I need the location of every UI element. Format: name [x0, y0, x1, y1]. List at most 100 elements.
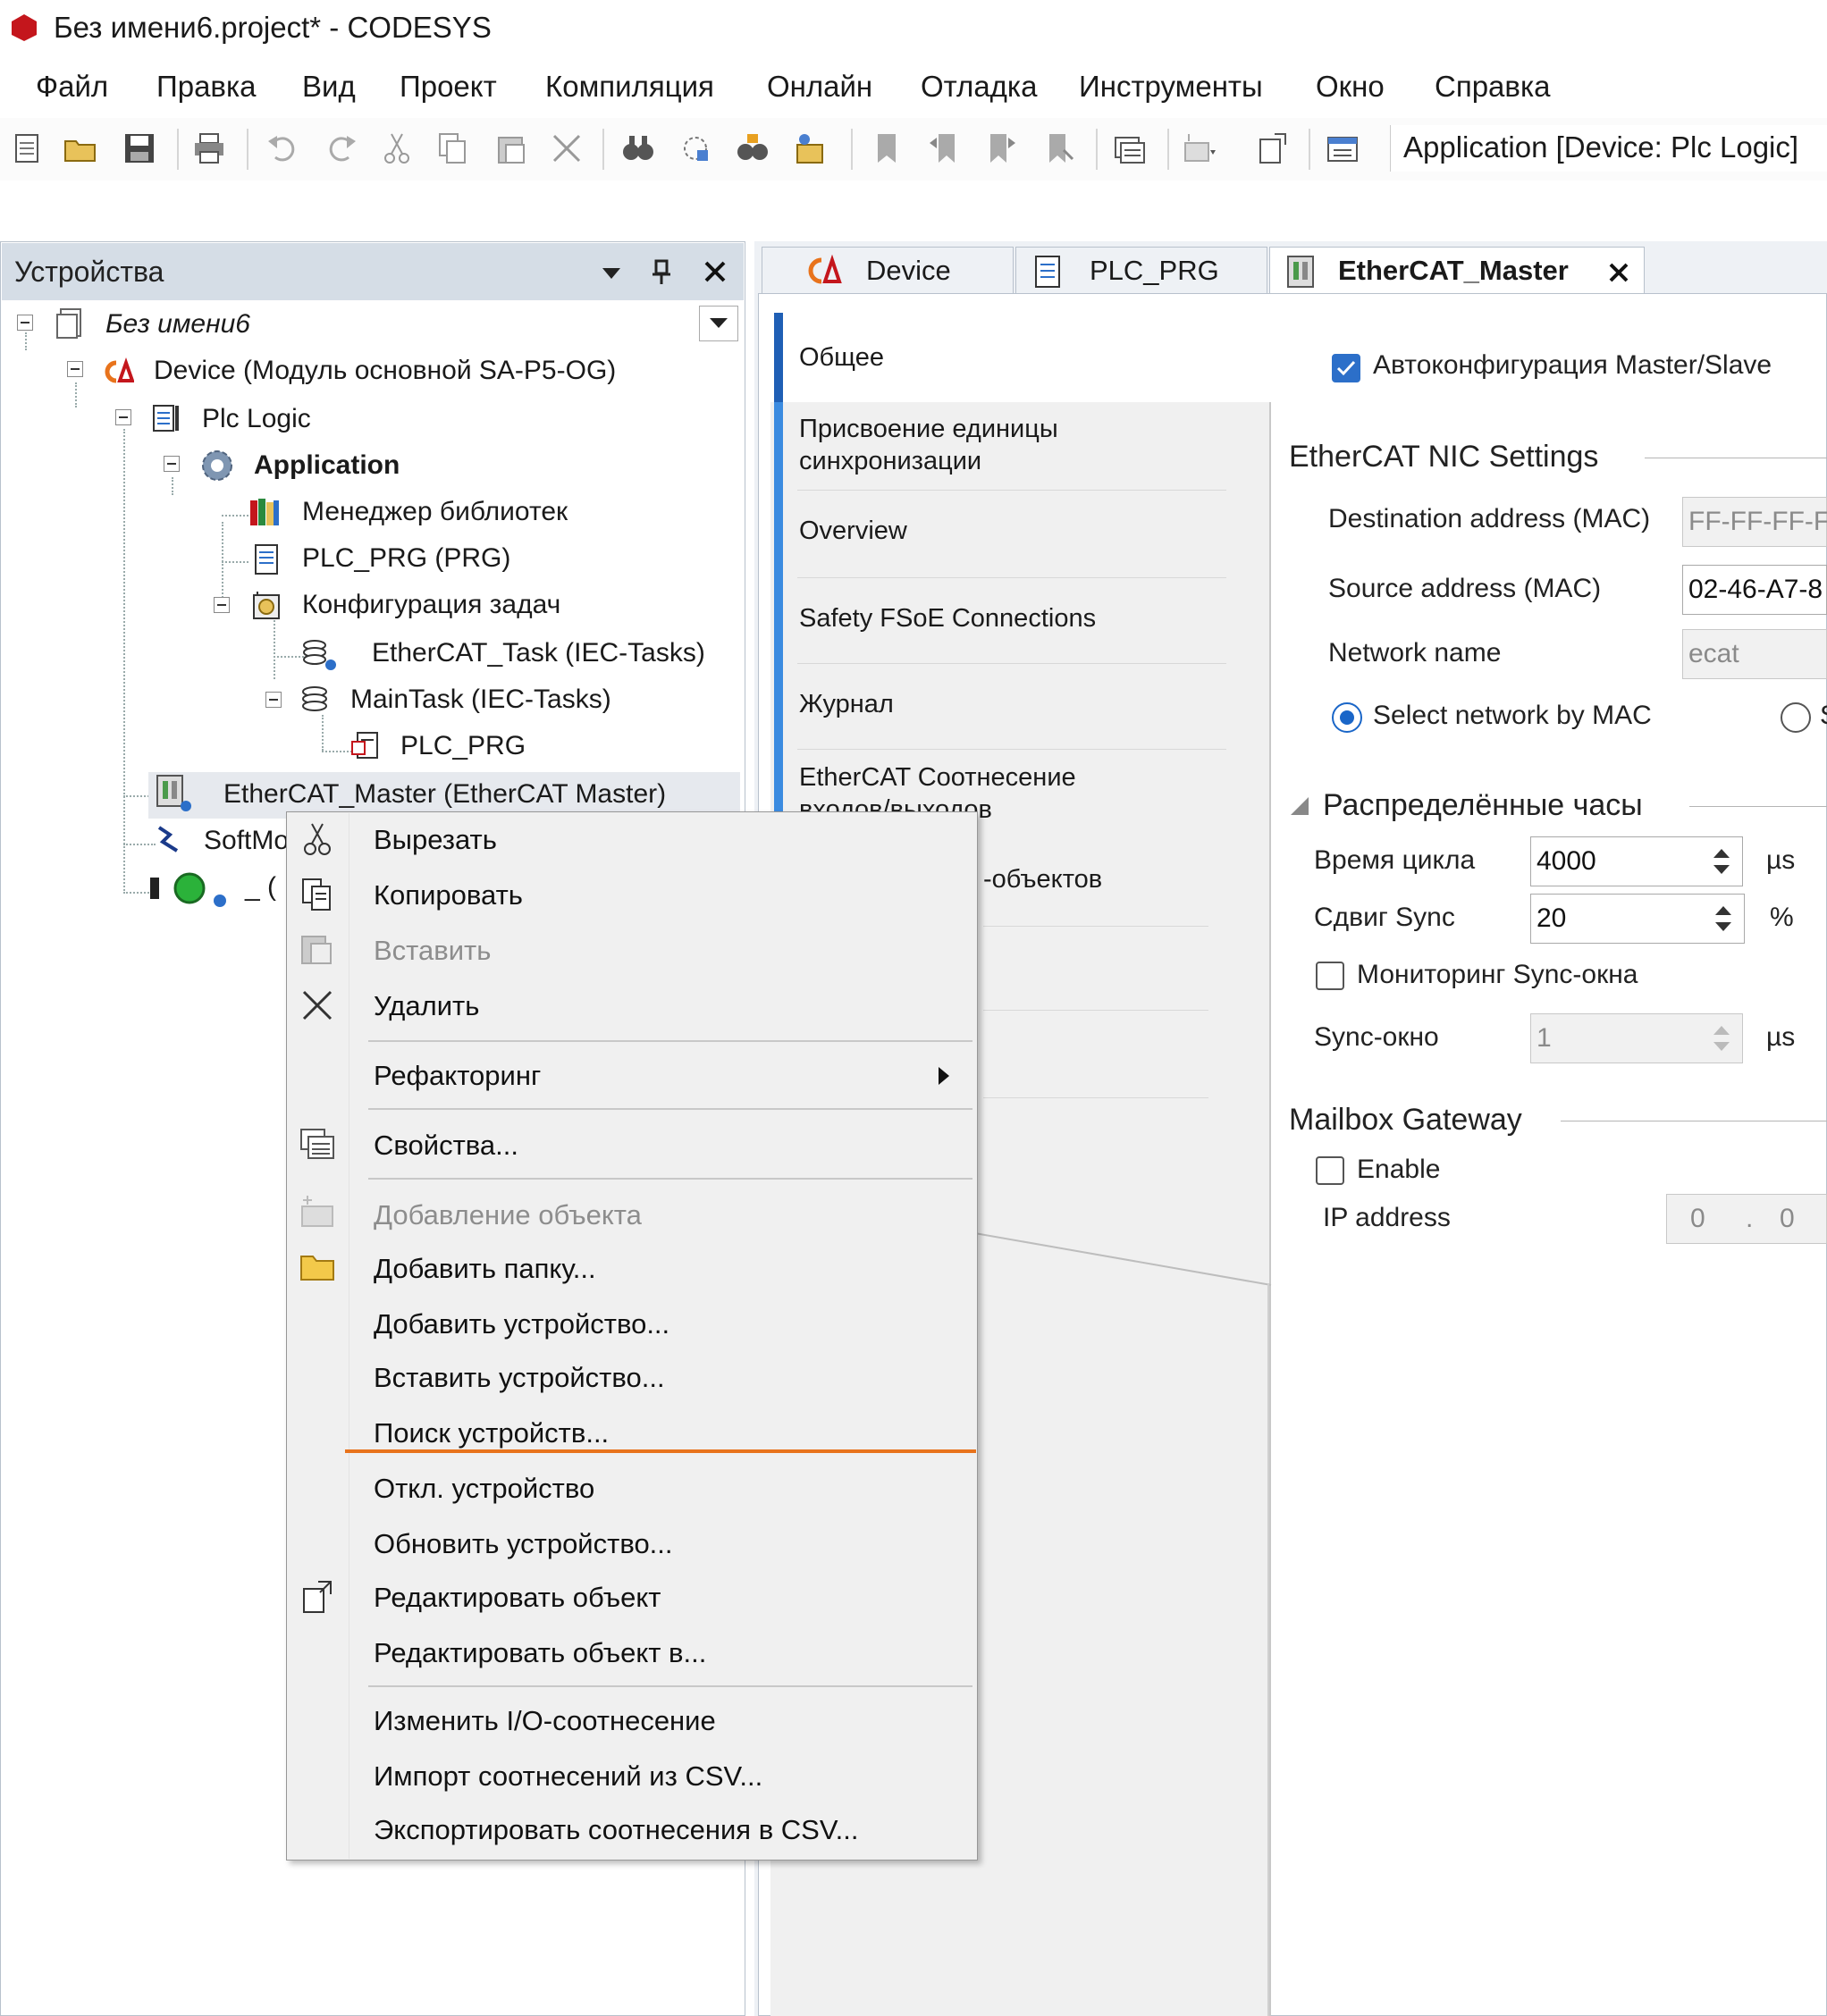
properties-icon[interactable] [1112, 130, 1148, 166]
pin-icon[interactable] [651, 259, 672, 286]
bookmark-icon[interactable] [869, 130, 905, 166]
select-by-mac-radio[interactable] [1332, 702, 1362, 733]
spin-up-icon[interactable] [1715, 906, 1731, 915]
menu-item-edit-object[interactable]: Редактировать объект [374, 1582, 661, 1614]
tab-ethercat-master[interactable]: EtherCAT_Master [1269, 247, 1645, 293]
menu-item-change-io-mapping[interactable]: Изменить I/O-соотнесение [374, 1705, 716, 1737]
autoconfig-checkbox[interactable] [1332, 354, 1360, 382]
tree-item-library-manager[interactable]: Менеджер библиотек [302, 497, 568, 527]
nav-io-mapping[interactable]: EtherCAT Соотнесение [799, 763, 1076, 793]
menu-item-insert-device[interactable]: Вставить устройство... [374, 1362, 665, 1394]
bookmark-clear-icon[interactable] [1040, 130, 1076, 166]
spin-down-icon[interactable] [1713, 1042, 1730, 1051]
menu-item-export-csv[interactable]: Экспортировать соотнесения в CSV... [374, 1814, 859, 1846]
sync-window-monitor-checkbox[interactable] [1316, 962, 1344, 990]
collapse-triangle-icon[interactable] [1289, 795, 1310, 817]
cycle-time-field[interactable]: 4000 [1530, 836, 1743, 886]
tree-item-slave[interactable]: _ ( [245, 872, 276, 903]
nav-objects-partial[interactable]: -объектов [983, 865, 1102, 895]
tree-expander[interactable] [164, 456, 180, 472]
tree-item-plc-prg-call[interactable]: PLC_PRG [400, 731, 526, 761]
menu-edit[interactable]: Правка [156, 70, 256, 104]
find-next-icon[interactable] [735, 130, 770, 166]
menu-help[interactable]: Справка [1435, 70, 1550, 104]
close-panel-icon[interactable] [703, 259, 728, 284]
cycle-time-spinner[interactable] [1708, 838, 1740, 885]
sync-window-field[interactable]: 1 [1530, 1013, 1743, 1063]
tree-item-ethercat-master[interactable]: EtherCAT_Master (EtherCAT Master) [223, 779, 666, 810]
paste-icon[interactable] [493, 130, 529, 166]
menu-view[interactable]: Вид [302, 70, 356, 104]
spin-up-icon[interactable] [1713, 1026, 1730, 1035]
menu-item-add-device[interactable]: Добавить устройство... [374, 1308, 669, 1340]
tree-item-ethercat-task[interactable]: EtherCAT_Task (IEC-Tasks) [372, 638, 705, 668]
edit-object-icon[interactable] [1255, 130, 1291, 166]
add-object-icon[interactable] [1182, 130, 1217, 166]
menu-item-add-object[interactable]: Добавление объекта [374, 1199, 642, 1231]
tree-expander[interactable] [17, 315, 33, 331]
menu-window[interactable]: Окно [1316, 70, 1385, 104]
save-icon[interactable] [122, 130, 157, 166]
nav-overview[interactable]: Overview [799, 517, 907, 546]
print-icon[interactable] [191, 130, 227, 166]
menu-item-copy[interactable]: Копировать [374, 879, 523, 911]
tab-device[interactable]: Device [762, 247, 1014, 293]
source-address-field[interactable]: 02-46-A7-8 [1682, 565, 1827, 615]
mailbox-enable-checkbox[interactable] [1316, 1156, 1344, 1185]
destination-address-field[interactable]: FF-FF-FF-FF [1682, 497, 1827, 547]
spin-down-icon[interactable] [1715, 922, 1731, 931]
tree-dropdown-button[interactable] [699, 306, 738, 341]
menu-project[interactable]: Проект [400, 70, 497, 104]
tree-item-device[interactable]: Device (Модуль основной SA-P5-OG) [154, 356, 616, 386]
build-icon[interactable] [1325, 130, 1360, 166]
bookmark-previous-icon[interactable] [926, 130, 962, 166]
find-previous-icon[interactable] [792, 130, 828, 166]
menu-item-cut[interactable]: Вырезать [374, 824, 497, 856]
menu-item-properties[interactable]: Свойства... [374, 1130, 518, 1162]
find-replace-icon[interactable] [678, 130, 713, 166]
cut-icon[interactable] [379, 130, 415, 166]
tree-item-softmotion[interactable]: SoftMo [204, 826, 289, 856]
menu-item-scan-devices[interactable]: Поиск устройств... [374, 1417, 609, 1449]
bookmark-next-icon[interactable] [983, 130, 1019, 166]
nav-sync-unit[interactable]: Присвоение единицы [799, 415, 1058, 444]
menu-item-refactoring[interactable]: Рефакторинг [374, 1060, 541, 1092]
delete-icon[interactable] [549, 130, 585, 166]
menu-item-add-folder[interactable]: Добавить папку... [374, 1253, 596, 1285]
menu-item-delete[interactable]: Удалить [374, 990, 479, 1022]
menu-item-paste[interactable]: Вставить [374, 935, 491, 967]
tree-item-plc-prg[interactable]: PLC_PRG (PRG) [302, 543, 510, 574]
copy-icon[interactable] [434, 130, 470, 166]
menu-tools[interactable]: Инструменты [1079, 70, 1263, 104]
close-tab-icon[interactable] [1608, 262, 1629, 283]
find-icon[interactable] [620, 130, 656, 166]
menu-file[interactable]: Файл [36, 70, 108, 104]
menu-online[interactable]: Онлайн [767, 70, 872, 104]
menu-item-edit-object-with[interactable]: Редактировать объект в... [374, 1637, 706, 1669]
sync-window-spinner[interactable] [1708, 1015, 1740, 1062]
spin-down-icon[interactable] [1713, 865, 1730, 874]
new-icon[interactable] [9, 130, 45, 166]
menu-item-import-csv[interactable]: Импорт соотнесений из CSV... [374, 1760, 762, 1793]
nav-safety-fsoe[interactable]: Safety FSoE Connections [799, 604, 1096, 634]
tree-expander[interactable] [67, 361, 83, 377]
tree-item-plc-logic[interactable]: Plc Logic [202, 404, 311, 434]
redo-icon[interactable] [324, 130, 359, 166]
ip-address-field[interactable]: 0 . 0 [1666, 1194, 1827, 1244]
tree-expander[interactable] [265, 692, 282, 708]
tab-plc-prg[interactable]: PLC_PRG [1015, 247, 1267, 293]
tree-expander[interactable] [115, 409, 131, 425]
menu-item-update-device[interactable]: Обновить устройство... [374, 1528, 673, 1560]
network-name-field[interactable]: ecat [1682, 629, 1827, 679]
active-application-selector[interactable]: Application [Device: Plc Logic] [1390, 125, 1827, 172]
tree-item-application[interactable]: Application [254, 450, 400, 481]
select-by-name-radio[interactable] [1781, 702, 1811, 733]
panel-menu-icon[interactable] [601, 263, 622, 284]
sync-shift-spinner[interactable] [1710, 895, 1742, 942]
tree-item-task-configuration[interactable]: Конфигурация задач [302, 590, 560, 620]
sync-shift-field[interactable]: 20 [1530, 894, 1745, 944]
menu-build[interactable]: Компиляция [545, 70, 714, 104]
tree-expander[interactable] [214, 597, 230, 613]
open-icon[interactable] [63, 130, 98, 166]
nav-general[interactable]: Общее [799, 343, 884, 373]
